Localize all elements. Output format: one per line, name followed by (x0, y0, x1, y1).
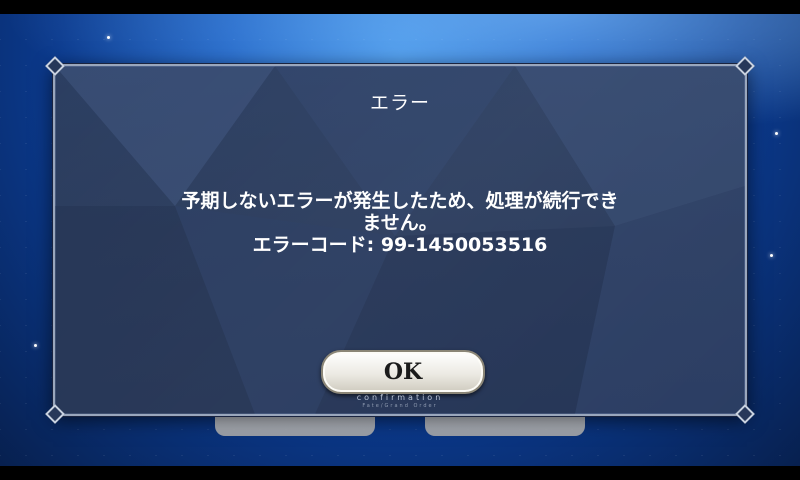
sparkle (770, 254, 773, 257)
ok-button-subcaption: Fate/Grand Order (362, 403, 438, 409)
sparkle (775, 132, 778, 135)
ok-button[interactable]: OK (321, 350, 485, 394)
sparkle (34, 344, 37, 347)
dialog-title: エラー (369, 92, 430, 114)
error-message-line: ません。 (362, 212, 438, 234)
ok-button-label: OK (383, 359, 423, 385)
error-message: 予期しないエラーが発生したため、処理が続行でき ません。 エラーコード: 99-… (55, 190, 745, 256)
error-message-line: 予期しないエラーが発生したため、処理が続行でき (181, 190, 619, 212)
ok-button-caption: confirmation (356, 393, 444, 402)
sparkle (107, 36, 110, 39)
error-code: エラーコード: 99-1450053516 (252, 234, 548, 256)
error-dialog: エラー 予期しないエラーが発生したため、処理が続行でき ません。 エラーコード:… (45, 56, 755, 424)
